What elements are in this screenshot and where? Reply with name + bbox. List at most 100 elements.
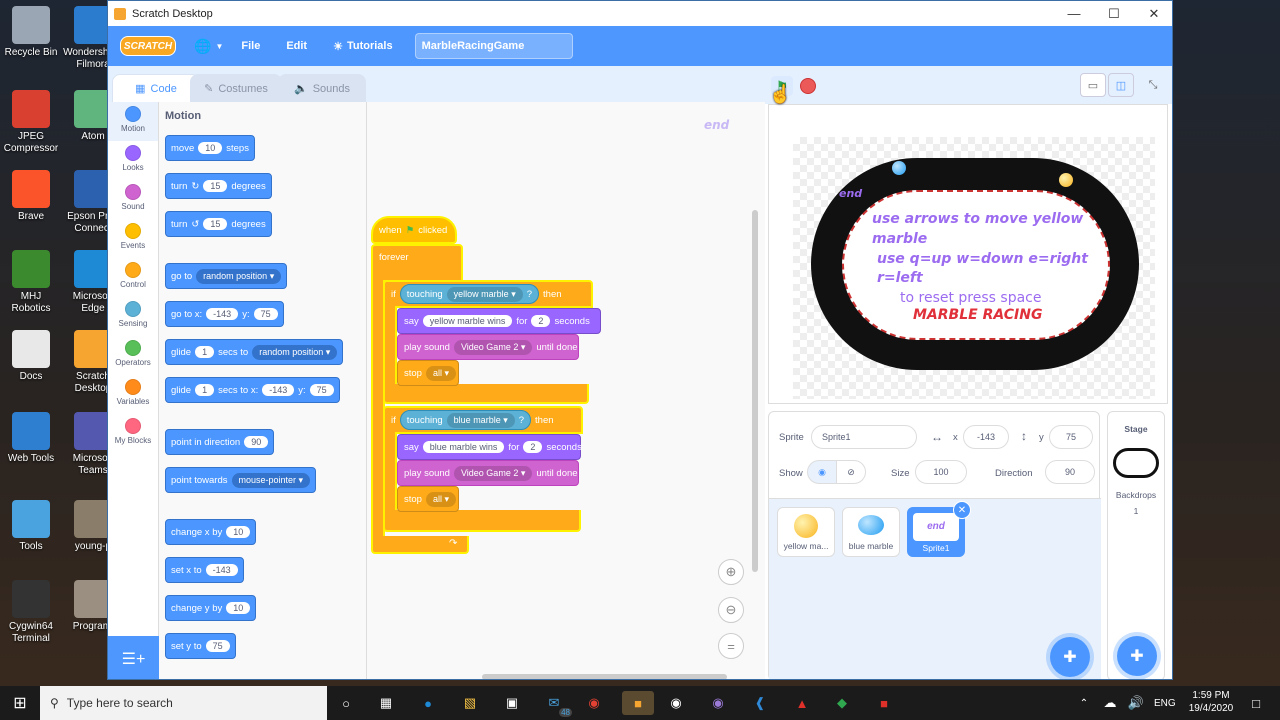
start-button[interactable]: ⊞ [8, 691, 32, 715]
tutorials-menu[interactable]: ☀ Tutorials [333, 40, 393, 53]
cortana-button[interactable]: ○ [334, 691, 358, 715]
forever-block[interactable]: forever [371, 244, 463, 282]
tab-code[interactable]: ▦ Code [112, 74, 200, 102]
stop-block[interactable]: stop all ▾ [397, 486, 459, 512]
delete-sprite-button[interactable]: ✕ [953, 501, 971, 519]
touching-block[interactable]: touching yellow marble ▾? [399, 284, 540, 304]
category-motion[interactable]: Motion [108, 102, 158, 141]
desktop-icon[interactable]: Tools [0, 500, 62, 553]
taskbar-store[interactable]: ▣ [500, 691, 524, 715]
x-position-input[interactable]: -143 [963, 425, 1009, 449]
yellow-marble-sprite[interactable] [1059, 173, 1073, 187]
block-input[interactable]: 75 [253, 308, 278, 320]
change-x-block[interactable]: change x by 10 [165, 519, 257, 545]
y-position-input[interactable]: 75 [1049, 425, 1093, 449]
block-input[interactable]: 1 [195, 346, 215, 358]
taskbar-edge[interactable]: ● [416, 691, 440, 715]
desktop-icon[interactable]: Docs [0, 330, 62, 383]
show-hidden-icons[interactable]: ⌃ [1072, 691, 1096, 715]
taskbar-vscode[interactable]: ❰ [748, 691, 772, 715]
normal-stage-button[interactable]: ◫ [1108, 73, 1134, 97]
sprite-name-input[interactable]: Sprite1 [811, 425, 917, 449]
move-steps-block[interactable]: move 10 steps [165, 135, 255, 161]
glide-block[interactable]: glide 1 secs to random position ▾ [165, 339, 344, 365]
block-input[interactable]: blue marble wins [422, 441, 505, 453]
taskbar-chrome[interactable]: ◉ [582, 691, 606, 715]
block-input[interactable]: 1 [195, 384, 215, 396]
block-dropdown[interactable]: mouse-pointer ▾ [231, 472, 311, 488]
set-y-block[interactable]: set y to 75 [165, 633, 236, 659]
block-input[interactable]: -143 [205, 564, 238, 576]
add-extension-button[interactable]: ☰+ [108, 636, 159, 679]
tab-costumes[interactable]: ✎ Costumes [190, 74, 282, 102]
category-my-blocks[interactable]: My Blocks [108, 414, 158, 453]
sprite-thumb-yellow[interactable]: yellow ma... [777, 507, 835, 557]
onedrive-tray[interactable]: ☁ [1098, 691, 1122, 715]
taskbar-mail[interactable]: ✉ 48 [542, 691, 572, 717]
block-dropdown[interactable]: Video Game 2 ▾ [453, 339, 533, 355]
language-menu[interactable]: 🌐 ▼ [194, 38, 223, 55]
turn-left-block[interactable]: turn ↺ 15 degrees [165, 211, 272, 237]
desktop-icon[interactable]: Brave [0, 170, 62, 223]
direction-input[interactable]: 90 [1045, 460, 1095, 484]
block-input[interactable]: 2 [523, 441, 543, 453]
category-operators[interactable]: Operators [108, 336, 158, 375]
taskbar-acrobat[interactable]: ▲ [790, 691, 814, 715]
desktop-icon[interactable]: MHJ Robotics [0, 250, 62, 315]
say-for-secs-block[interactable]: say yellow marble wins for 2 seconds [397, 308, 601, 334]
if-block-2[interactable]: if touching blue marble ▾? then [383, 406, 583, 434]
choose-backdrop-button[interactable]: ✚ [1117, 636, 1157, 676]
minimize-button[interactable]: — [1054, 1, 1094, 26]
block-input[interactable]: -143 [262, 384, 295, 396]
taskbar-github[interactable]: ◉ [706, 691, 730, 715]
category-control[interactable]: Control [108, 258, 158, 297]
block-dropdown[interactable]: yellow marble ▾ [446, 286, 523, 302]
project-title-input[interactable]: MarbleRacingGame [414, 33, 573, 59]
turn-right-block[interactable]: turn ↻ 15 degrees [165, 173, 272, 199]
file-menu[interactable]: File [241, 40, 260, 52]
script-area[interactable]: end when ⚑ clicked forever ↷ if touching ye… [367, 102, 765, 679]
notifications-button[interactable]: □ [1244, 691, 1268, 715]
taskbar-git[interactable]: ◆ [830, 691, 854, 715]
category-variables[interactable]: Variables [108, 375, 158, 414]
block-input[interactable]: 15 [203, 218, 228, 230]
block-input[interactable]: 10 [198, 142, 223, 154]
stage-selector-panel[interactable]: Stage Backdrops 1 ✚ [1107, 411, 1165, 679]
desktop-icon[interactable]: Cygwin64 Terminal [0, 580, 62, 645]
block-dropdown[interactable]: random position ▾ [196, 268, 282, 284]
point-direction-block[interactable]: point in direction 90 [165, 429, 275, 455]
block-dropdown[interactable]: all ▾ [425, 365, 457, 381]
block-input[interactable]: -143 [206, 308, 239, 320]
play-sound-block[interactable]: play sound Video Game 2 ▾ until done [397, 334, 579, 360]
block-input[interactable]: 10 [226, 602, 251, 614]
show-visible-button[interactable]: ◉ [807, 460, 837, 484]
when-flag-clicked-block[interactable]: when ⚑ clicked [371, 216, 457, 244]
zoom-in-button[interactable]: ⊕ [718, 559, 744, 585]
fullscreen-button[interactable]: ⤡ [1140, 73, 1166, 97]
desktop-icon[interactable]: Recycle Bin [0, 6, 62, 59]
maximize-button[interactable]: ☐ [1094, 1, 1134, 26]
category-sound[interactable]: Sound [108, 180, 158, 219]
language-indicator[interactable]: ENG [1154, 698, 1176, 709]
block-input[interactable]: 75 [309, 384, 334, 396]
script-horizontal-scrollbar[interactable] [482, 674, 727, 679]
stop-block[interactable]: stop all ▾ [397, 360, 459, 386]
block-input[interactable]: 2 [531, 315, 551, 327]
block-input[interactable]: 75 [205, 640, 230, 652]
say-for-secs-block[interactable]: say blue marble wins for 2 seconds [397, 434, 582, 460]
size-input[interactable]: 100 [915, 460, 967, 484]
block-input[interactable]: 10 [226, 526, 251, 538]
clock[interactable]: 1:59 PM 19/4/2020 [1186, 690, 1236, 714]
volume-tray[interactable]: 🔊 [1124, 691, 1148, 715]
choose-sprite-button[interactable]: ✚ [1050, 637, 1090, 677]
change-y-block[interactable]: change y by 10 [165, 595, 257, 621]
block-input[interactable]: yellow marble wins [422, 315, 513, 327]
category-events[interactable]: Events [108, 219, 158, 258]
sprite-thumb-blue[interactable]: blue marble [842, 507, 900, 557]
taskbar-search[interactable]: ⚲ Type here to search [40, 686, 327, 720]
hide-button[interactable]: ⊘ [836, 460, 866, 484]
category-looks[interactable]: Looks [108, 141, 158, 180]
zoom-out-button[interactable]: ⊖ [718, 597, 744, 623]
block-dropdown[interactable]: random position ▾ [252, 344, 338, 360]
taskbar-file-explorer[interactable]: ▧ [458, 691, 482, 715]
